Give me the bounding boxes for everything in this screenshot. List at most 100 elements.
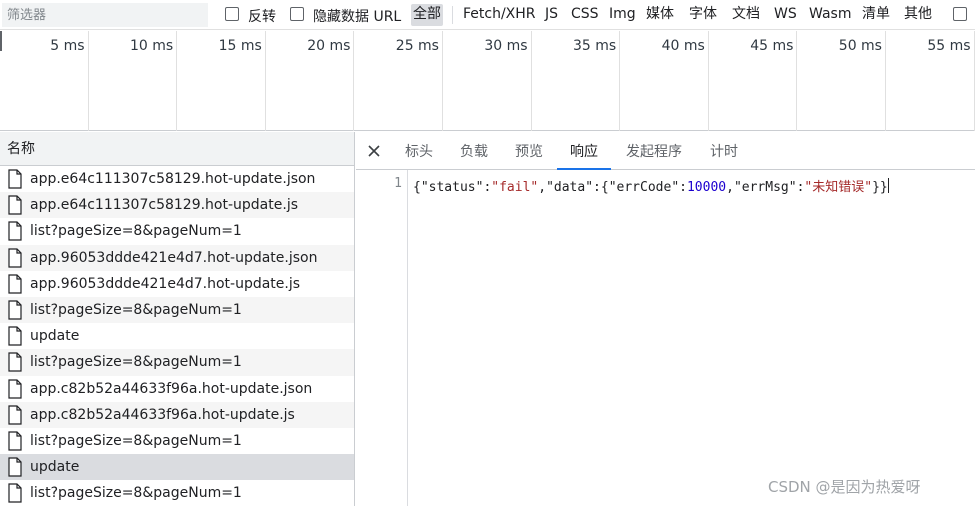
timeline-tick-label: 20 ms xyxy=(307,38,351,54)
type-filter-img[interactable]: Img xyxy=(607,4,638,26)
close-icon[interactable] xyxy=(366,143,382,159)
timeline-column: 5 ms xyxy=(0,31,89,131)
line-number-gutter: 1 xyxy=(356,170,408,506)
document-icon xyxy=(8,457,22,477)
timeline-tick-label: 35 ms xyxy=(572,38,617,54)
invert-checkbox[interactable] xyxy=(225,7,239,21)
timeline-column: 40 ms xyxy=(620,31,709,131)
document-icon xyxy=(8,483,22,503)
hide-data-urls-label: 隐藏数据 URL xyxy=(313,9,402,25)
tab-payload[interactable]: 负载 xyxy=(458,132,490,170)
toolbar-divider xyxy=(452,6,453,24)
document-icon xyxy=(8,405,22,425)
detail-tabs: 标头 负载 预览 响应 发起程序 计时 xyxy=(356,132,975,170)
document-icon xyxy=(8,378,22,399)
response-body-line[interactable]: {"status":"fail","data":{"errCode":10000… xyxy=(413,176,889,195)
timeline-tick-label: 5 ms xyxy=(50,38,85,54)
request-row[interactable]: app.96053ddde421e4d7.hot-update.js xyxy=(0,271,354,297)
timeline-tick-label: 45 ms xyxy=(750,38,794,54)
request-name: list?pageSize=8&pageNum=1 xyxy=(30,432,242,449)
json-punct-token: , xyxy=(538,180,547,195)
request-list: 名称 app.e64c111307c58129.hot-update.json a… xyxy=(0,132,355,506)
json-punct-token: "errMsg" xyxy=(733,180,797,195)
request-row[interactable]: app.c82b52a44633f96a.hot-update.json xyxy=(0,376,354,402)
timeline-tick-label: 50 ms xyxy=(838,38,882,54)
timeline-tick-label: 40 ms xyxy=(661,38,705,54)
request-row[interactable]: app.e64c111307c58129.hot-update.json xyxy=(0,166,354,192)
type-filter-media[interactable]: 媒体 xyxy=(644,4,676,26)
request-row[interactable]: list?pageSize=8&pageNum=1 xyxy=(0,349,354,376)
request-row[interactable]: list?pageSize=8&pageNum=1 xyxy=(0,480,354,506)
request-row[interactable]: update xyxy=(0,454,354,481)
tab-preview[interactable]: 预览 xyxy=(513,132,545,170)
name-column-header[interactable]: 名称 xyxy=(0,132,354,166)
document-icon xyxy=(8,352,22,373)
json-punct-token: "errCode" xyxy=(608,180,680,195)
request-row[interactable]: app.96053ddde421e4d7.hot-update.json xyxy=(0,244,354,271)
filter-input[interactable] xyxy=(2,3,208,27)
request-name: list?pageSize=8&pageNum=1 xyxy=(30,302,242,319)
timeline-column: 20 ms xyxy=(266,31,355,131)
request-row[interactable]: update xyxy=(0,323,354,349)
timeline-tick-label: 30 ms xyxy=(484,38,528,54)
line-number: 1 xyxy=(394,176,402,191)
type-filter-manifest[interactable]: 清单 xyxy=(860,4,892,26)
request-row[interactable]: list?pageSize=8&pageNum=1 xyxy=(0,296,354,324)
tab-headers[interactable]: 标头 xyxy=(403,132,435,170)
timeline-tick-label: 15 ms xyxy=(218,38,262,54)
timeline-tick-label: 55 ms xyxy=(927,38,971,54)
timeline-tick-label: 25 ms xyxy=(395,38,439,54)
watermark: CSDN @是因为热爱呀 xyxy=(768,478,921,496)
request-name: app.c82b52a44633f96a.hot-update.js xyxy=(30,406,295,423)
json-punct-token: "status" xyxy=(420,180,484,195)
request-detail-pane: 标头 负载 预览 响应 发起程序 计时 1 {"status":"fail","… xyxy=(356,132,975,506)
json-punct-token: { xyxy=(413,180,421,195)
type-filter-fetch-xhr[interactable]: Fetch/XHR xyxy=(461,4,538,26)
request-row[interactable]: app.c82b52a44633f96a.hot-update.js xyxy=(0,401,354,428)
type-filter-font[interactable]: 字体 xyxy=(687,4,719,26)
timeline-column: 50 ms xyxy=(797,31,886,131)
type-filter-css[interactable]: CSS xyxy=(569,4,601,26)
blocked-requests-checkbox[interactable] xyxy=(953,7,967,21)
timeline-overview[interactable]: 5 ms 10 ms 15 ms 20 ms 25 ms 30 ms 35 ms 40 ms 4… xyxy=(0,31,975,131)
request-row[interactable]: app.e64c111307c58129.hot-update.js xyxy=(0,192,354,219)
type-filter-doc[interactable]: 文档 xyxy=(730,4,762,26)
json-number-token: 10000 xyxy=(686,180,727,195)
document-icon xyxy=(8,195,22,215)
json-string-token: "fail" xyxy=(491,180,539,195)
type-filter-js[interactable]: JS xyxy=(543,4,560,26)
request-name: list?pageSize=8&pageNum=1 xyxy=(30,223,242,240)
request-name: app.c82b52a44633f96a.hot-update.json xyxy=(30,380,313,397)
type-filter-other[interactable]: 其他 xyxy=(902,4,934,26)
json-punct-token: "data" xyxy=(546,180,594,195)
request-row[interactable]: list?pageSize=8&pageNum=1 xyxy=(0,218,354,244)
tab-response[interactable]: 响应 xyxy=(557,132,611,170)
document-icon xyxy=(8,300,22,320)
request-name: app.e64c111307c58129.hot-update.json xyxy=(30,171,316,188)
request-name: list?pageSize=8&pageNum=1 xyxy=(30,485,242,502)
type-filter-ws[interactable]: WS xyxy=(772,4,799,26)
request-row[interactable]: list?pageSize=8&pageNum=1 xyxy=(0,428,354,454)
document-icon xyxy=(8,274,22,294)
document-icon xyxy=(8,326,22,346)
document-icon xyxy=(8,221,22,242)
text-caret xyxy=(887,178,889,193)
type-filter-all[interactable]: 全部 xyxy=(411,4,443,26)
invert-label: 反转 xyxy=(248,9,276,25)
hide-data-urls-checkbox[interactable] xyxy=(290,7,304,21)
filter-toolbar: 反转 隐藏数据 URL 全部 Fetch/XHR JS CSS Img 媒体 字… xyxy=(0,0,975,30)
type-filter-wasm[interactable]: Wasm xyxy=(807,4,853,26)
request-name: update xyxy=(30,328,80,345)
request-name: app.96053ddde421e4d7.hot-update.js xyxy=(30,275,301,292)
response-viewer[interactable]: 1 {"status":"fail","data":{"errCode":100… xyxy=(356,170,975,506)
tab-initiator[interactable]: 发起程序 xyxy=(623,132,685,170)
tab-timing[interactable]: 计时 xyxy=(708,132,740,170)
timeline-column: 25 ms xyxy=(354,31,443,131)
timeline-column: 35 ms xyxy=(532,31,621,131)
timeline-column: 15 ms xyxy=(177,31,266,131)
json-punct-token: }} xyxy=(872,180,888,195)
json-string-token: "未知错误" xyxy=(804,180,873,195)
timeline-column: 30 ms xyxy=(443,31,532,131)
request-name: list?pageSize=8&pageNum=1 xyxy=(30,354,242,371)
request-name: app.e64c111307c58129.hot-update.js xyxy=(30,197,298,214)
